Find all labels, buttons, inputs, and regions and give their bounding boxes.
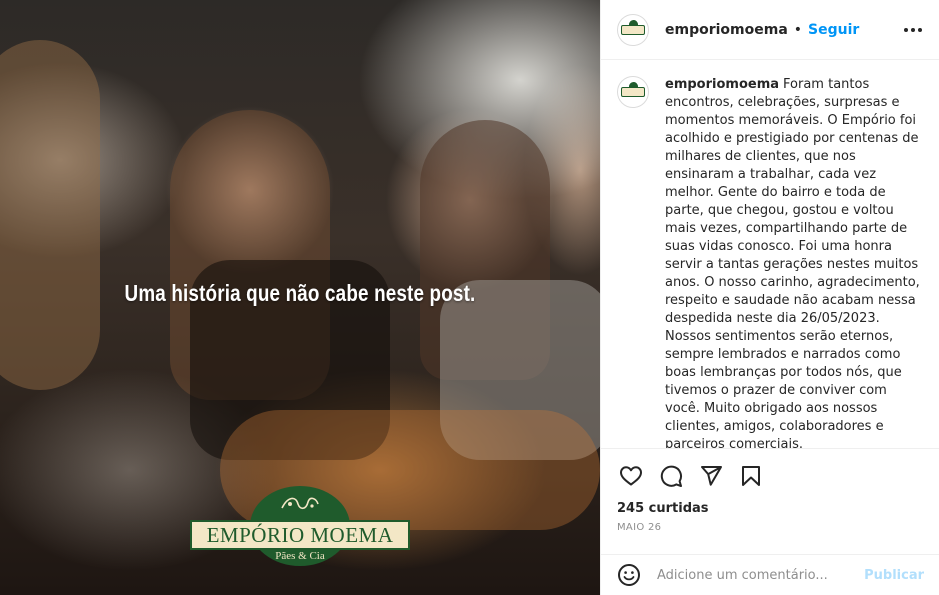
publish-button[interactable]: Publicar	[864, 568, 924, 583]
actions-section: 245 curtidas MAIO 26	[601, 448, 939, 554]
heart-icon	[620, 466, 642, 486]
follow-button[interactable]: Seguir	[808, 22, 859, 38]
emoji-button[interactable]	[617, 563, 641, 587]
instagram-post: Uma história que não cabe neste post. EM…	[0, 0, 939, 595]
photo-person-left	[0, 40, 100, 390]
comment-bar: Publicar	[601, 554, 939, 595]
caption-username[interactable]: emporiomoema	[665, 77, 779, 92]
header-separator: •	[793, 21, 803, 38]
more-dot	[918, 27, 922, 32]
post-image[interactable]: Uma história que não cabe neste post. EM…	[0, 0, 600, 595]
bookmark-icon	[742, 466, 760, 486]
caption-body: Foram tantos encontros, celebrações, sur…	[665, 77, 920, 448]
action-icons-row	[617, 461, 924, 491]
post-date: MAIO 26	[617, 522, 662, 533]
more-dot	[904, 27, 908, 32]
caption-section[interactable]: emporiomoema Foram tantos encontros, cele…	[601, 60, 939, 448]
comment-button[interactable]	[657, 462, 685, 490]
post-sidebar: emporiomoema • Seguir emporiomoema Foram …	[600, 0, 939, 595]
emoji-icon	[618, 564, 640, 586]
more-options-icon[interactable]	[900, 24, 926, 36]
avatar[interactable]	[617, 13, 649, 46]
logo-title: EMPÓRIO MOEMA	[206, 523, 394, 547]
share-button[interactable]	[697, 462, 725, 490]
caption: emporiomoema Foram tantos encontros, cele…	[665, 76, 920, 448]
save-button[interactable]	[737, 462, 765, 490]
avatar-logo-icon	[621, 82, 645, 97]
likes-count[interactable]: 245 curtidas	[617, 501, 924, 516]
more-dot	[911, 27, 915, 32]
logo-subtitle: Pães & Cia	[275, 550, 325, 562]
emporio-moema-logo: EMPÓRIO MOEMA Pães & Cia	[190, 486, 410, 568]
caption-avatar[interactable]	[617, 76, 649, 108]
comment-icon	[660, 465, 682, 487]
image-headline: Uma história que não cabe neste post.	[124, 280, 476, 306]
comment-input[interactable]	[657, 567, 865, 583]
share-icon	[701, 466, 722, 486]
avatar-logo-icon	[621, 19, 645, 35]
post-header: emporiomoema • Seguir	[601, 0, 939, 60]
header-username[interactable]: emporiomoema	[665, 22, 788, 38]
like-button[interactable]	[617, 462, 645, 490]
logo-flourish-icon	[281, 497, 319, 510]
